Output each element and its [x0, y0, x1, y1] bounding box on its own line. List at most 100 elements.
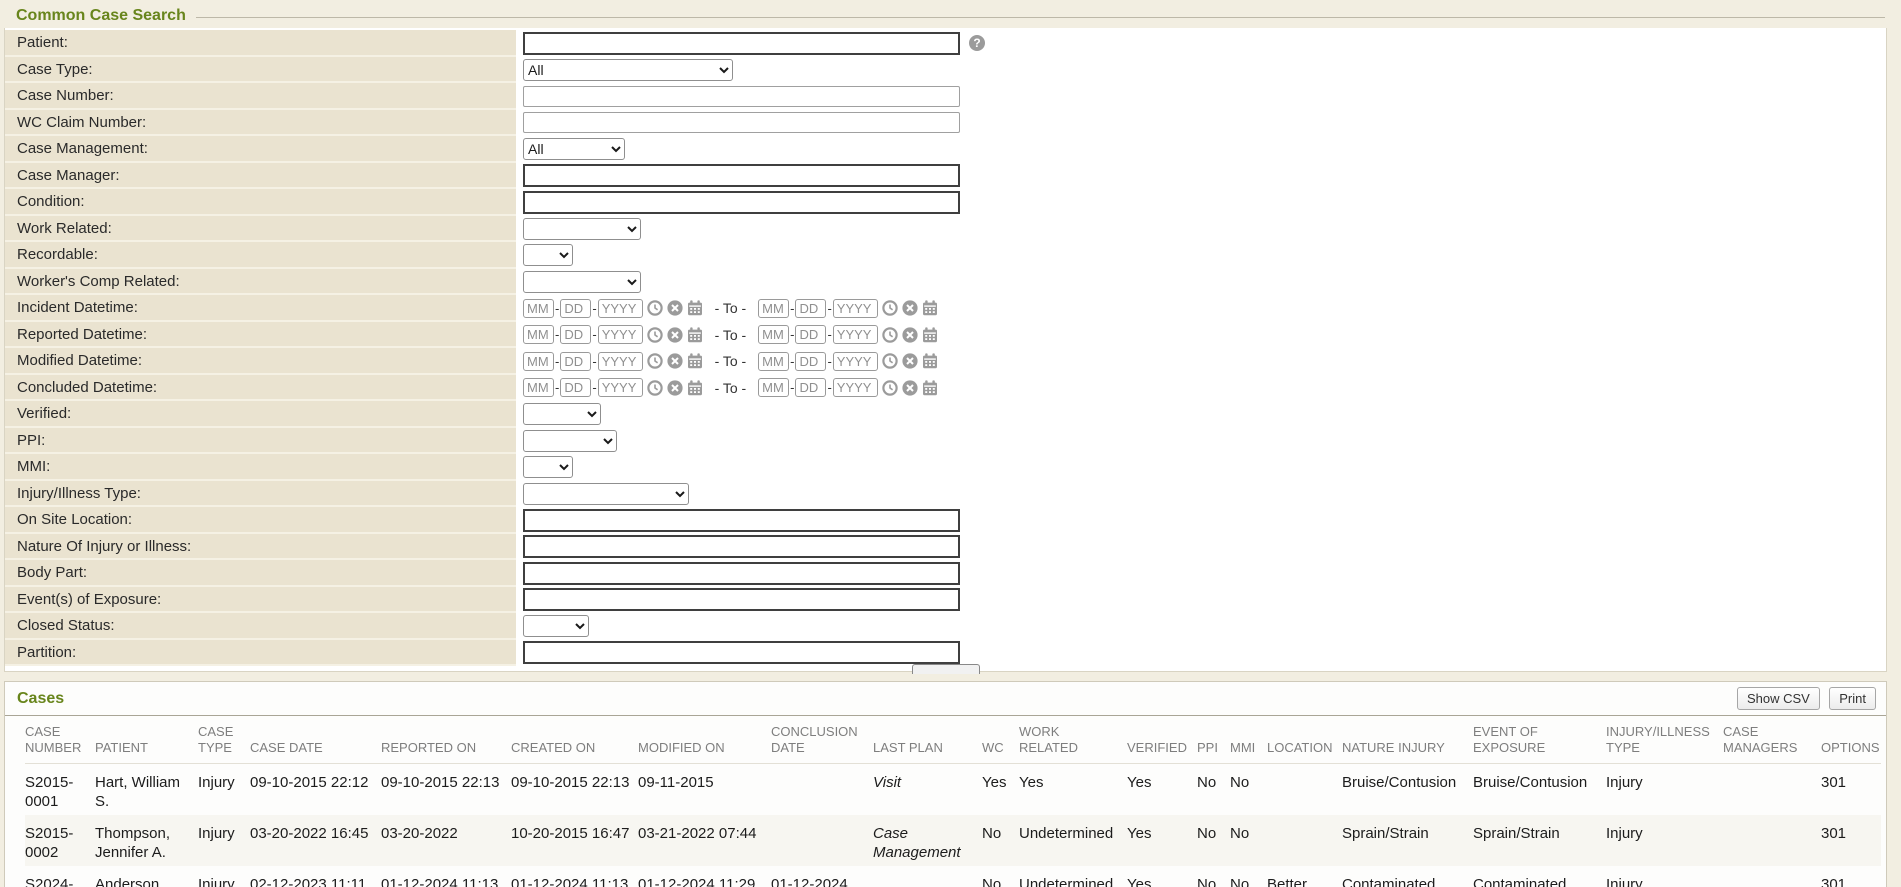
table-cell: Yes [982, 764, 1019, 816]
workers-comp-related-select[interactable] [523, 271, 641, 293]
patient-input[interactable] [523, 32, 960, 55]
field-control-recordable [516, 242, 573, 269]
field-label-recordable: Recordable: [5, 242, 516, 269]
clock-icon[interactable] [647, 300, 663, 316]
clock-icon[interactable] [882, 380, 898, 396]
closed-status-select[interactable] [523, 615, 589, 637]
incident-datetime-to-year-input[interactable] [833, 299, 878, 318]
help-icon[interactable]: ? [969, 35, 985, 51]
options-link[interactable]: 301 [1821, 815, 1881, 866]
reported-datetime-to-month-input[interactable] [758, 325, 789, 344]
body-part-input[interactable] [523, 562, 960, 585]
condition-input[interactable] [523, 191, 960, 214]
table-cell: Anderson, Frederick [95, 866, 198, 887]
clock-icon[interactable] [647, 380, 663, 396]
on-site-location-input[interactable] [523, 509, 960, 532]
concluded-datetime-to-year-input[interactable] [833, 378, 878, 397]
reported-datetime-to-year-input[interactable] [833, 325, 878, 344]
mmi-select[interactable] [523, 456, 573, 478]
modified-datetime-to-month-input[interactable] [758, 352, 789, 371]
incident-datetime-to-day-input[interactable] [795, 299, 826, 318]
concluded-datetime-to-day-input[interactable] [795, 378, 826, 397]
options-link[interactable]: 301 [1821, 866, 1881, 887]
incident-datetime-to-month-input[interactable] [758, 299, 789, 318]
work-related-select[interactable] [523, 218, 641, 240]
wc-claim-number-input[interactable] [523, 112, 960, 133]
form-row-wc-claim-number: WC Claim Number: [5, 110, 1886, 137]
field-control-closed-status [516, 613, 589, 640]
print-button[interactable]: Print [1829, 687, 1876, 710]
clear-icon[interactable] [902, 353, 918, 369]
clear-icon[interactable] [902, 300, 918, 316]
concluded-datetime-from-month-input[interactable] [523, 378, 554, 397]
reported-datetime-from-day-input[interactable] [560, 325, 591, 344]
case-number-input[interactable] [523, 86, 960, 107]
calendar-icon[interactable] [922, 353, 938, 369]
calendar-icon[interactable] [922, 327, 938, 343]
cases-section-title: Cases [17, 690, 64, 708]
field-control-case-type: All [516, 57, 733, 84]
calendar-icon[interactable] [922, 300, 938, 316]
modified-datetime-to-day-input[interactable] [795, 352, 826, 371]
incident-datetime-from-month-input[interactable] [523, 299, 554, 318]
injury-illness-type-select[interactable] [523, 483, 689, 505]
events-of-exposure-input[interactable] [523, 588, 960, 611]
cases-section: Cases Show CSV Print CASE NUMBERPATIENTC… [4, 681, 1887, 887]
table-cell: Sprain/Strain [1473, 815, 1606, 866]
date-separator: - [555, 380, 559, 395]
table-row[interactable]: S2024-0001Anderson, FrederickInjury NO02… [25, 866, 1881, 887]
table-cell: Injury NO [198, 866, 250, 887]
clear-icon[interactable] [667, 380, 683, 396]
reported-datetime-to-day-input[interactable] [795, 325, 826, 344]
table-cell: Yes [1019, 764, 1127, 816]
search-button-partial[interactable] [912, 664, 980, 674]
concluded-datetime-from-year-input[interactable] [598, 378, 643, 397]
partition-input[interactable] [523, 641, 960, 664]
calendar-icon[interactable] [922, 380, 938, 396]
show-csv-button[interactable]: Show CSV [1737, 687, 1820, 710]
verified-select[interactable] [523, 403, 601, 425]
form-row-workers-comp-related: Worker's Comp Related: [5, 269, 1886, 296]
clock-icon[interactable] [647, 353, 663, 369]
modified-datetime-from-day-input[interactable] [560, 352, 591, 371]
case-manager-input[interactable] [523, 164, 960, 187]
reported-datetime-from-year-input[interactable] [598, 325, 643, 344]
clear-icon[interactable] [902, 327, 918, 343]
calendar-icon[interactable] [687, 300, 703, 316]
clear-icon[interactable] [667, 353, 683, 369]
table-row[interactable]: S2015-0002Thompson, Jennifer A.Injury03-… [25, 815, 1881, 866]
concluded-datetime-from-day-input[interactable] [560, 378, 591, 397]
table-row[interactable]: S2015-0001Hart, William S.Injury09-10-20… [25, 764, 1881, 816]
incident-datetime-from-day-input[interactable] [560, 299, 591, 318]
date-separator: - [827, 327, 831, 342]
table-cell: Yes [1127, 815, 1197, 866]
case-type-select[interactable]: All [523, 59, 733, 81]
form-row-concluded-datetime: Concluded Datetime:-- - To - -- [5, 375, 1886, 402]
calendar-icon[interactable] [687, 380, 703, 396]
reported-datetime-from-month-input[interactable] [523, 325, 554, 344]
clock-icon[interactable] [882, 300, 898, 316]
case-management-select[interactable]: All [523, 138, 625, 160]
clear-icon[interactable] [902, 380, 918, 396]
calendar-icon[interactable] [687, 353, 703, 369]
ppi-select[interactable] [523, 430, 617, 452]
field-control-work-related [516, 216, 641, 243]
clock-icon[interactable] [882, 353, 898, 369]
incident-datetime-from-year-input[interactable] [598, 299, 643, 318]
clear-icon[interactable] [667, 300, 683, 316]
calendar-icon[interactable] [687, 327, 703, 343]
concluded-datetime-to-month-input[interactable] [758, 378, 789, 397]
modified-datetime-from-month-input[interactable] [523, 352, 554, 371]
options-link[interactable]: 301 [1821, 764, 1881, 816]
clear-icon[interactable] [667, 327, 683, 343]
column-header-last-plan: LAST PLAN [873, 716, 982, 764]
nature-of-injury-or-illness-input[interactable] [523, 535, 960, 558]
recordable-select[interactable] [523, 244, 573, 266]
form-row-closed-status: Closed Status: [5, 613, 1886, 640]
modified-datetime-to-year-input[interactable] [833, 352, 878, 371]
column-header-case-date: CASE DATE [250, 716, 381, 764]
clock-icon[interactable] [647, 327, 663, 343]
modified-datetime-from-year-input[interactable] [598, 352, 643, 371]
table-cell: No [1197, 866, 1230, 887]
clock-icon[interactable] [882, 327, 898, 343]
